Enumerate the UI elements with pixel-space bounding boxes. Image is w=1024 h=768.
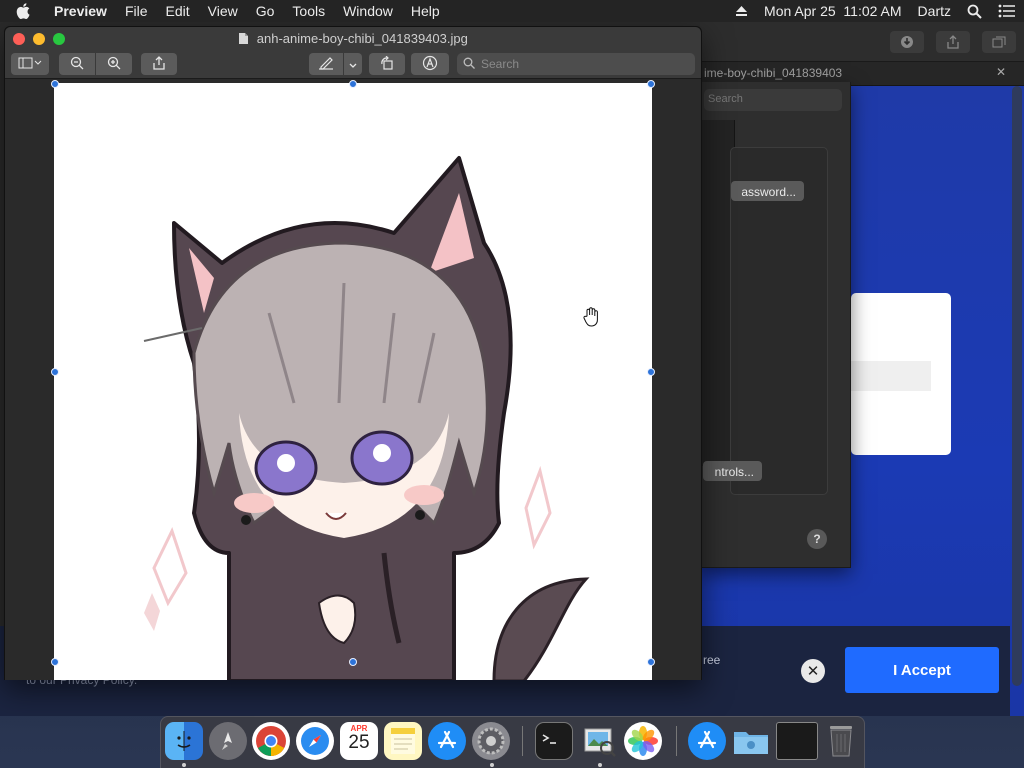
clock[interactable]: Mon Apr 25 11:02 AM — [764, 3, 902, 19]
screenshot-icon[interactable] — [776, 722, 818, 760]
menu-file[interactable]: File — [116, 3, 157, 19]
photos-icon[interactable] — [624, 722, 662, 760]
cookie-close-button[interactable]: ✕ — [801, 659, 825, 683]
system-preferences-icon[interactable] — [472, 722, 510, 760]
rotate-button[interactable] — [369, 53, 405, 75]
selection-handle-top-right[interactable] — [647, 80, 655, 88]
rotate-icon — [379, 55, 395, 73]
control-list-icon[interactable] — [998, 4, 1016, 18]
hand-cursor-icon — [582, 307, 600, 330]
preview-window: anh-anime-boy-chibi_041839403.jpg — [4, 26, 702, 680]
selection-handle-right[interactable] — [647, 368, 655, 376]
user-name[interactable]: Dartz — [918, 3, 951, 19]
zoom-out-icon — [70, 56, 84, 73]
share-icon — [153, 55, 165, 73]
system-preferences-running-indicator — [490, 763, 494, 767]
zoom-in-button[interactable] — [96, 53, 132, 75]
launchpad-icon[interactable] — [209, 722, 247, 760]
download-icon[interactable] — [890, 31, 924, 53]
finder-icon[interactable] — [165, 722, 203, 760]
menu-bar: Preview File Edit View Go Tools Window H… — [0, 0, 1024, 22]
tabs-overview-icon[interactable] — [982, 31, 1016, 53]
trash-icon[interactable] — [822, 722, 860, 760]
menu-go[interactable]: Go — [247, 3, 284, 19]
annotate-button[interactable] — [411, 53, 449, 75]
safari-icon[interactable] — [296, 722, 334, 760]
sidebar-toggle-button[interactable] — [11, 53, 49, 75]
finder-running-indicator — [182, 763, 186, 767]
page-scrollbar[interactable] — [1012, 86, 1022, 686]
preview-search-field[interactable] — [457, 53, 695, 75]
menu-window[interactable]: Window — [334, 3, 402, 19]
image-canvas[interactable] — [5, 80, 701, 680]
close-tab-icon[interactable]: ✕ — [996, 65, 1006, 79]
selection-handle-left[interactable] — [51, 368, 59, 376]
folder-icon[interactable] — [732, 722, 770, 760]
preview-toolbar — [5, 51, 701, 79]
preview-running-indicator — [598, 763, 602, 767]
search-icon — [463, 57, 475, 72]
cookie-text-right: ree — [703, 653, 721, 667]
zoom-out-button[interactable] — [59, 53, 95, 75]
app-store-downloads-icon[interactable] — [688, 722, 726, 760]
zoom-in-icon — [107, 56, 121, 73]
spotlight-search-icon[interactable] — [967, 4, 982, 19]
selection-handle-bottom-left[interactable] — [51, 658, 59, 666]
selection-handle-top[interactable] — [349, 80, 357, 88]
selection-handle-bottom-right[interactable] — [647, 658, 655, 666]
menu-edit[interactable]: Edit — [157, 3, 199, 19]
share-button[interactable] — [141, 53, 177, 75]
selection-handle-top-left[interactable] — [51, 80, 59, 88]
jpg-document-icon — [238, 32, 249, 48]
menu-app-preview[interactable]: Preview — [46, 3, 116, 19]
controls-button[interactable]: ntrols... — [703, 461, 762, 481]
eject-icon[interactable] — [735, 5, 748, 17]
share-icon[interactable] — [936, 31, 970, 53]
change-password-button[interactable]: assword... — [731, 181, 804, 201]
notes-icon[interactable] — [384, 722, 422, 760]
help-button[interactable]: ? — [807, 529, 827, 549]
web-form-card — [851, 293, 951, 455]
dock-separator — [522, 726, 523, 756]
settings-search-field[interactable]: Search — [704, 89, 842, 111]
selection-handle-bottom[interactable] — [349, 658, 357, 666]
calendar-day: 25 — [348, 732, 370, 753]
markup-dropdown-button[interactable] — [344, 53, 362, 75]
calendar-icon[interactable]: APR 25 — [340, 722, 378, 760]
annotate-icon — [422, 55, 438, 74]
web-form-input[interactable] — [851, 361, 931, 391]
chibi-boy-illustration — [143, 156, 590, 680]
chrome-icon[interactable] — [252, 722, 290, 760]
menu-help[interactable]: Help — [402, 3, 449, 19]
markup-pen-icon — [318, 56, 334, 73]
sidebar-icon — [18, 57, 42, 72]
menu-tools[interactable]: Tools — [283, 3, 334, 19]
terminal-icon[interactable] — [535, 722, 573, 760]
chevron-down-icon — [349, 57, 357, 72]
apple-icon[interactable] — [0, 3, 46, 19]
markup-pen-button[interactable] — [309, 53, 343, 75]
window-title-text: anh-anime-boy-chibi_041839403.jpg — [256, 31, 468, 46]
preview-titlebar[interactable]: anh-anime-boy-chibi_041839403.jpg — [5, 27, 701, 51]
document-image[interactable] — [54, 83, 652, 680]
dock-separator — [676, 726, 677, 756]
preview-icon[interactable] — [580, 722, 618, 760]
menu-view[interactable]: View — [199, 3, 247, 19]
window-title: anh-anime-boy-chibi_041839403.jpg — [5, 31, 701, 48]
app-store-icon[interactable] — [428, 722, 466, 760]
i-accept-button[interactable]: I Accept — [845, 647, 999, 693]
browser-toolbar — [700, 22, 1024, 62]
search-input[interactable] — [481, 57, 681, 71]
browser-tab-title: ime-boy-chibi_041839403 — [704, 66, 843, 80]
